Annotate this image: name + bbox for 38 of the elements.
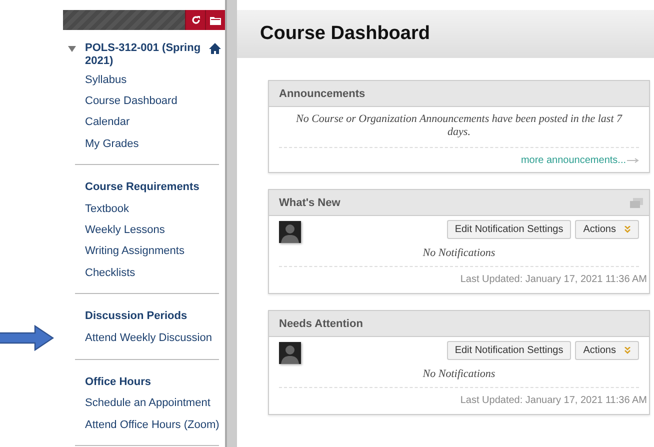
section-heading: Discussion Periods — [85, 309, 188, 324]
nav-link[interactable]: My Grades — [85, 138, 139, 150]
page-title: Course Dashboard — [260, 23, 430, 45]
folder-icon[interactable] — [205, 10, 225, 30]
actions-button[interactable]: Actions — [575, 220, 639, 239]
edit-notification-settings-button[interactable]: Edit Notification Settings — [446, 341, 572, 360]
nav-link[interactable]: Syllabus — [85, 74, 127, 86]
no-notifications-message: No Notifications — [422, 246, 496, 261]
nav-link[interactable]: Checklists — [85, 266, 136, 279]
last-updated-text: Last Updated: January 17, 2021 11:36 AM — [459, 394, 647, 408]
nav-link[interactable]: Schedule an Appointment — [85, 397, 210, 410]
avatar-icon — [279, 342, 301, 364]
module-title: Announcements — [279, 88, 366, 100]
module-title: Needs Attention — [279, 318, 363, 330]
nav-link[interactable]: Writing Assignments — [85, 245, 184, 258]
double-chevron-down-icon[interactable] — [624, 226, 631, 233]
nav-link[interactable]: Course Dashboard — [85, 94, 178, 107]
nav-link[interactable]: Calendar — [85, 116, 130, 128]
module-title: What's New — [279, 196, 340, 208]
nav-link[interactable]: Textbook — [85, 202, 130, 215]
nav-link[interactable]: Attend Office Hours (Zoom) — [85, 418, 220, 431]
last-updated-text: Last Updated: January 17, 2021 11:36 AM — [459, 273, 647, 287]
actions-button[interactable]: Actions — [575, 341, 639, 360]
no-notifications-message: No Notifications — [422, 367, 496, 382]
section-heading: Course Requirements — [85, 180, 200, 196]
announcement-message: No Course or Organization Announcements have been posted in the last 7 days. — [295, 112, 624, 140]
refresh-icon[interactable] — [185, 10, 205, 30]
windows-icon[interactable] — [630, 198, 643, 208]
nav-link[interactable]: Attend Weekly Discussion — [85, 332, 212, 344]
nav-link[interactable]: Weekly Lessons — [85, 224, 165, 236]
expanded-triangle-icon[interactable] — [68, 46, 76, 52]
course-title[interactable]: POLS-312-001 (Spring 2021) — [85, 42, 209, 68]
section-heading: Office Hours — [85, 374, 152, 390]
double-chevron-down-icon[interactable] — [624, 347, 631, 354]
home-icon[interactable] — [209, 43, 221, 54]
right-arrow-icon[interactable] — [627, 158, 639, 162]
avatar-icon — [279, 221, 301, 243]
edit-notification-settings-button[interactable]: Edit Notification Settings — [446, 220, 572, 239]
